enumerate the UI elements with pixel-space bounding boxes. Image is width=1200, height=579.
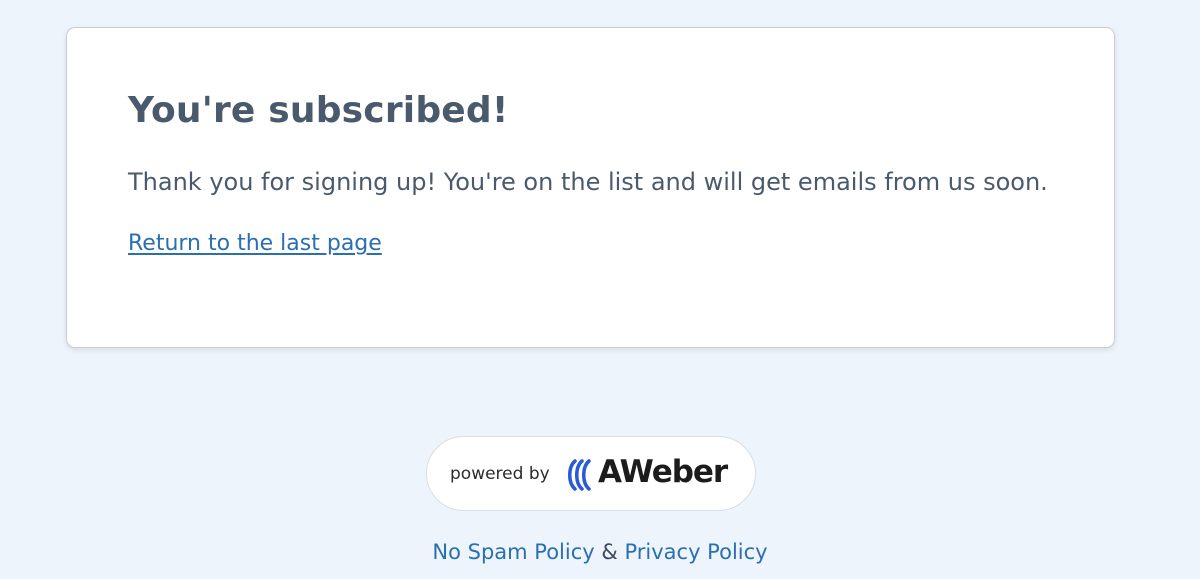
no-spam-policy-link[interactable]: No Spam Policy (432, 540, 594, 564)
return-to-last-page-link[interactable]: Return to the last page (128, 231, 382, 256)
aweber-logo-icon (568, 459, 591, 491)
page-title: You're subscribed! (128, 90, 509, 131)
privacy-policy-link[interactable]: Privacy Policy (624, 540, 767, 564)
confirmation-card: You're subscribed! Thank you for signing… (66, 27, 1115, 348)
powered-by-aweber-badge[interactable]: powered by AWeber (426, 436, 756, 511)
footer-separator: & (601, 540, 618, 564)
powered-by-label: powered by (450, 464, 550, 484)
confirmation-message: Thank you for signing up! You're on the … (128, 168, 1048, 196)
footer-links: No Spam Policy & Privacy Policy (0, 540, 1200, 564)
aweber-brand-name: AWeber (598, 454, 728, 490)
